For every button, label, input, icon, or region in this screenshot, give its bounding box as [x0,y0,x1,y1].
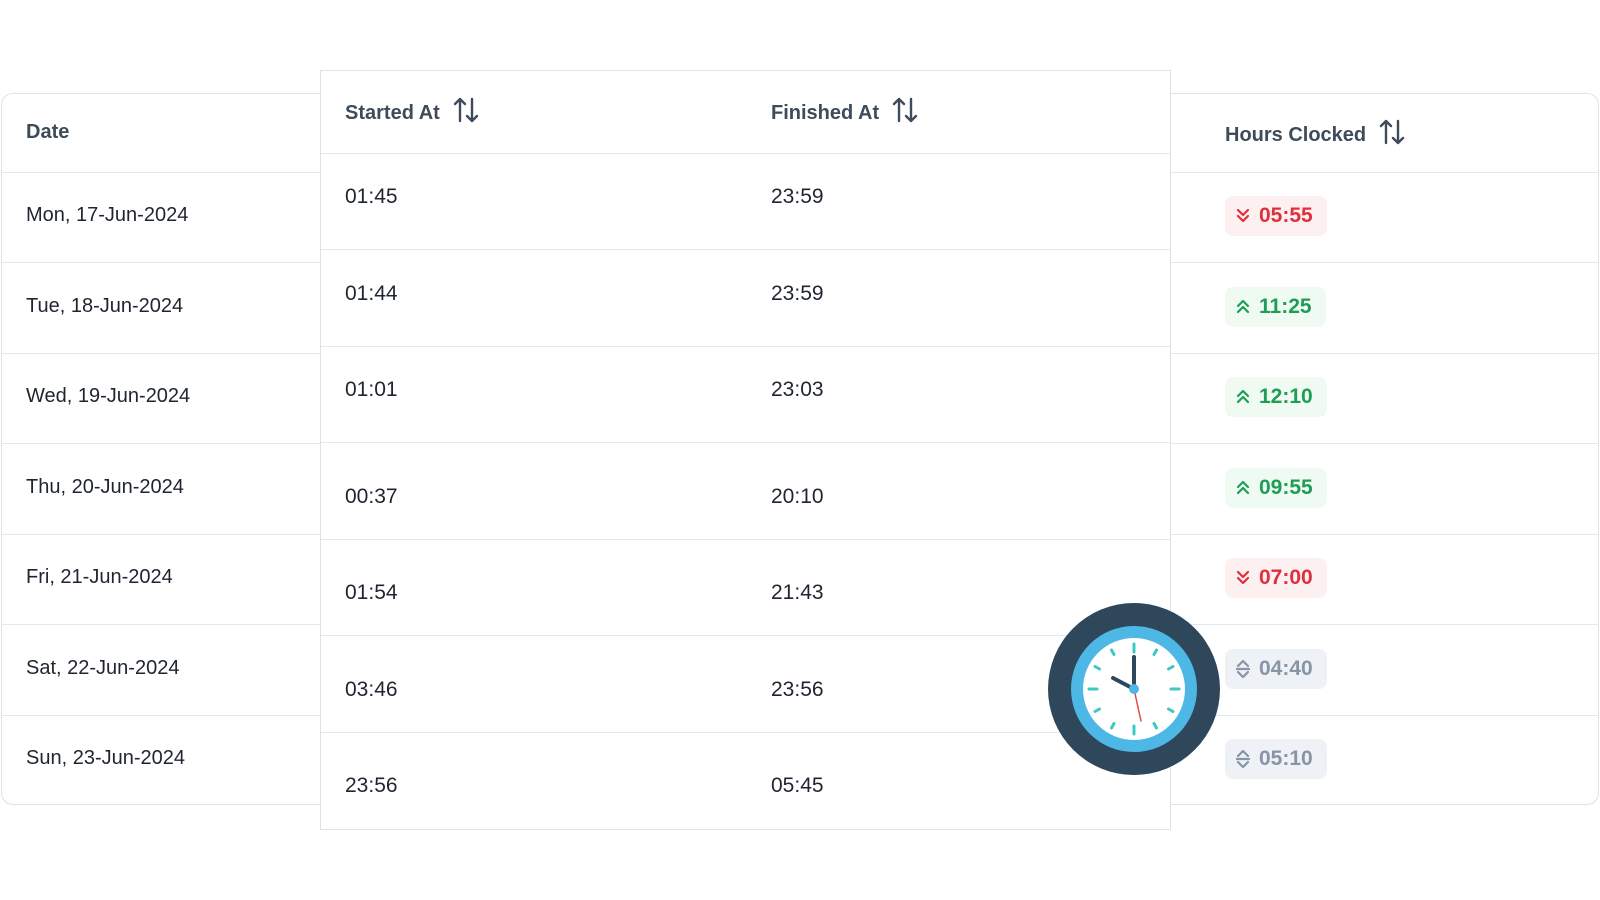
chevrons-up-down-icon [1235,749,1251,769]
time-range-card: Started At Finished At 01:45 23:59 01:44 23… [320,70,1171,830]
chevrons-up-icon [1235,478,1251,498]
column-header-label: Started At [345,101,440,124]
column-header-label: Finished At [771,101,880,124]
sort-up-down-icon[interactable] [1378,117,1406,153]
date-cell: Wed, 19-Jun-2024 [26,385,191,407]
date-cell: Fri, 21-Jun-2024 [26,566,173,588]
hours-clocked-badge: 11:25 [1225,286,1326,327]
chevrons-up-icon [1235,387,1251,407]
hours-clocked-value: 11:25 [1259,294,1312,318]
finished-at-cell: 20:10 [771,484,824,508]
table-row[interactable]: 00:37 20:10 [321,443,1170,540]
started-at-cell: 01:44 [345,281,398,305]
column-header-started-at[interactable]: Started At [345,95,480,131]
clock-icon [1048,603,1220,775]
hours-clocked-badge: 05:10 [1225,739,1327,779]
table-row[interactable]: 01:01 23:03 [321,346,1170,443]
hours-clocked-value: 05:10 [1259,747,1313,770]
column-header-label: Date [26,121,70,143]
chevrons-down-icon [1235,568,1251,588]
finished-at-cell: 23:56 [771,677,824,701]
finished-at-cell: 23:59 [771,281,824,305]
sort-up-down-icon[interactable] [891,95,919,131]
table-row[interactable]: 01:45 23:59 [321,153,1170,250]
table-header: Started At Finished At [321,71,1170,154]
hours-clocked-value: 04:40 [1259,656,1313,680]
table-row[interactable]: 23:56 05:45 [321,732,1170,828]
chevrons-up-down-icon [1235,659,1251,679]
date-cell: Sat, 22-Jun-2024 [26,656,180,679]
started-at-cell: 23:56 [345,774,398,797]
table-row[interactable]: 01:54 21:43 [321,539,1170,636]
table-row[interactable]: 01:44 23:59 [321,250,1170,347]
started-at-cell: 00:37 [345,484,398,508]
date-cell: Sun, 23-Jun-2024 [26,747,186,769]
finished-at-cell: 21:43 [771,581,824,604]
started-at-cell: 03:46 [345,677,398,701]
hours-clocked-badge: 12:10 [1225,377,1327,417]
column-header-hours-clocked[interactable]: Hours Clocked [1225,117,1406,153]
sort-up-down-icon[interactable] [452,95,480,131]
hours-clocked-badge: 09:55 [1225,467,1327,508]
date-cell: Thu, 20-Jun-2024 [26,475,184,498]
chevrons-down-icon [1235,206,1251,226]
started-at-cell: 01:45 [345,185,398,208]
column-header-finished-at[interactable]: Finished At [771,95,919,131]
column-header-date[interactable]: Date [26,121,69,144]
column-header-label: Hours Clocked [1225,123,1367,146]
hours-clocked-value: 07:00 [1259,566,1313,589]
hours-clocked-badge: 07:00 [1225,558,1327,598]
date-cell: Mon, 17-Jun-2024 [26,204,189,226]
date-cell: Tue, 18-Jun-2024 [26,294,184,317]
hours-clocked-value: 12:10 [1259,385,1313,408]
finished-at-cell: 05:45 [771,774,824,797]
started-at-cell: 01:01 [345,378,398,401]
hours-clocked-value: 05:55 [1259,204,1313,227]
hours-clocked-value: 09:55 [1259,475,1313,499]
finished-at-cell: 23:59 [771,185,824,208]
finished-at-cell: 23:03 [771,378,824,401]
hours-clocked-badge: 05:55 [1225,196,1327,236]
started-at-cell: 01:54 [345,581,398,604]
table-row[interactable]: 03:46 23:56 [321,636,1170,733]
hours-clocked-badge: 04:40 [1225,648,1327,689]
chevrons-up-icon [1235,297,1251,317]
